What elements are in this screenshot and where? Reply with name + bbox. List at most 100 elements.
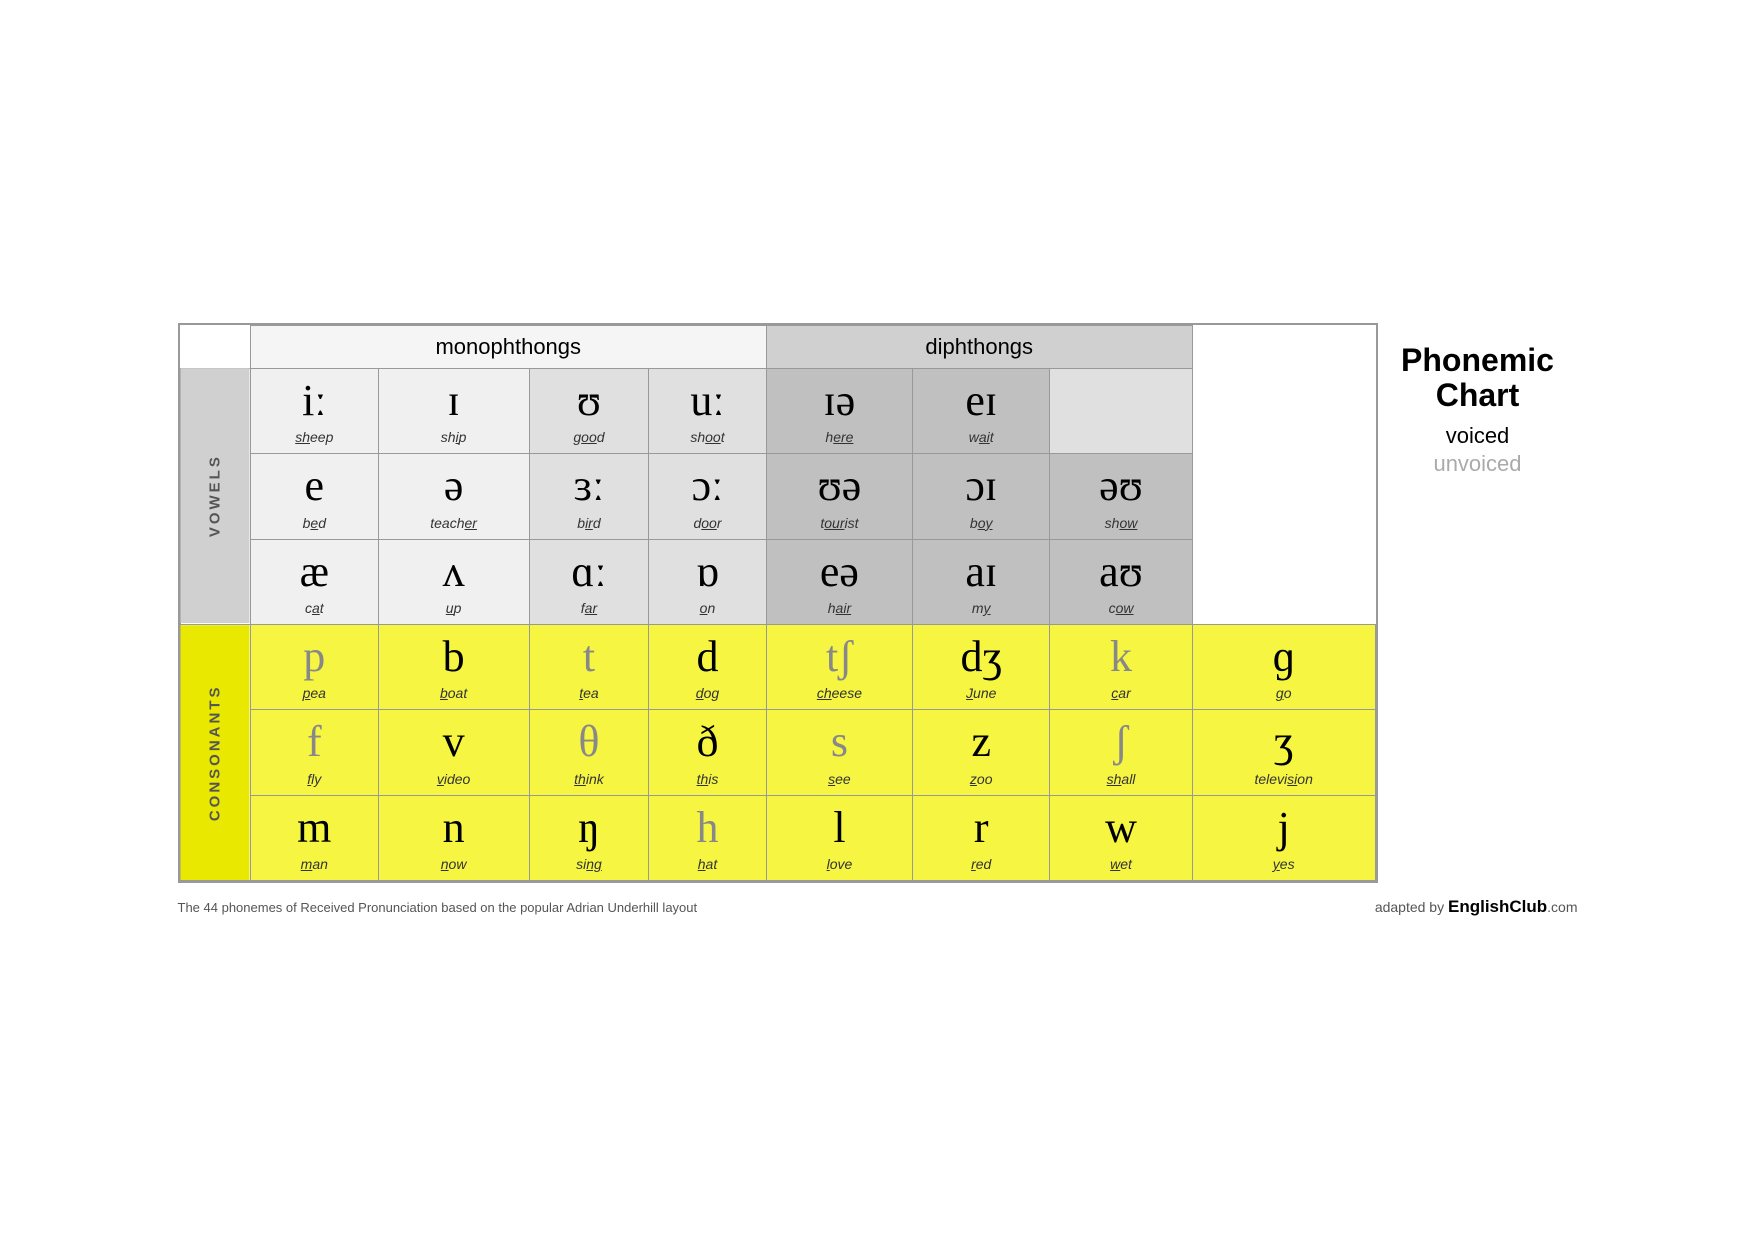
diphthongs-header: diphthongs — [766, 325, 1192, 368]
phoneme-symbol: tʃ — [771, 633, 909, 681]
vowels-label: VOWELS — [180, 368, 250, 624]
phoneme-symbol: l — [771, 804, 909, 852]
phoneme-symbol: ŋ — [534, 804, 645, 852]
phoneme-cell: b boat — [378, 625, 529, 710]
phoneme-cell: ʌ up — [378, 539, 529, 624]
phoneme-word: now — [383, 856, 525, 872]
phoneme-cell: əʊ show — [1050, 454, 1193, 539]
phoneme-symbol: ə — [383, 462, 525, 510]
phoneme-symbol: uː — [653, 377, 761, 425]
monophthongs-header: monophthongs — [250, 325, 766, 368]
phoneme-cell: tʃ cheese — [766, 625, 913, 710]
phoneme-symbol: ʒ — [1197, 718, 1371, 766]
phoneme-word: up — [383, 600, 525, 616]
phoneme-cell: dʒ June — [913, 625, 1050, 710]
phoneme-cell: ɪ ship — [378, 368, 529, 453]
phoneme-word: cow — [1054, 600, 1188, 616]
phoneme-symbol: ʊə — [771, 462, 909, 510]
consonant-row-2: f fly v video θ think ð — [180, 710, 1375, 795]
phoneme-symbol: z — [917, 718, 1045, 766]
phoneme-word: think — [534, 771, 645, 787]
phoneme-cell: ɔɪ boy — [913, 454, 1050, 539]
phoneme-word: door — [653, 515, 761, 531]
phoneme-word: video — [383, 771, 525, 787]
phoneme-cell: s see — [766, 710, 913, 795]
phoneme-word: red — [917, 856, 1045, 872]
phoneme-cell: k car — [1050, 625, 1193, 710]
legend-panel: PhonemicChart voiced unvoiced — [1378, 323, 1578, 497]
phoneme-word: fly — [255, 771, 374, 787]
phoneme-cell: p pea — [250, 625, 378, 710]
phoneme-cell: z zoo — [913, 710, 1050, 795]
phoneme-cell: iː sheep — [250, 368, 378, 453]
empty-cell — [1050, 368, 1193, 453]
phoneme-symbol: r — [917, 804, 1045, 852]
phoneme-word: shoot — [653, 429, 761, 445]
vowel-row-1: VOWELS iː sheep ɪ ship ʊ good — [180, 368, 1375, 453]
footer: The 44 phonemes of Received Pronunciatio… — [178, 897, 1578, 917]
phoneme-word: show — [1054, 515, 1188, 531]
phoneme-symbol: w — [1054, 804, 1188, 852]
phoneme-symbol: k — [1054, 633, 1188, 681]
phoneme-symbol: ð — [653, 718, 761, 766]
phoneme-cell: ɡ go — [1192, 625, 1375, 710]
phoneme-symbol: ɑː — [534, 548, 645, 596]
footer-brand: EnglishClub — [1448, 897, 1547, 916]
phoneme-cell: l love — [766, 795, 913, 880]
phoneme-symbol: ʊ — [534, 377, 645, 425]
phoneme-word: bed — [255, 515, 374, 531]
phoneme-word: cheese — [771, 685, 909, 701]
phoneme-symbol: dʒ — [917, 633, 1045, 681]
phoneme-word: hair — [771, 600, 909, 616]
phoneme-symbol: aʊ — [1054, 548, 1188, 596]
phoneme-word: see — [771, 771, 909, 787]
phoneme-cell: ð this — [649, 710, 766, 795]
phoneme-word: cat — [255, 600, 374, 616]
phoneme-word: far — [534, 600, 645, 616]
phoneme-cell: ɒ on — [649, 539, 766, 624]
phoneme-symbol: ʃ — [1054, 718, 1188, 766]
phoneme-cell: aɪ my — [913, 539, 1050, 624]
phoneme-symbol: ʌ — [383, 548, 525, 596]
phoneme-symbol: t — [534, 633, 645, 681]
phoneme-cell: ʒ television — [1192, 710, 1375, 795]
phoneme-word: zoo — [917, 771, 1045, 787]
phoneme-word: my — [917, 600, 1045, 616]
phoneme-cell: j yes — [1192, 795, 1375, 880]
phoneme-cell: ŋ sing — [529, 795, 649, 880]
vowel-row-2: e bed ə teacher ɜː bird ɔː — [180, 454, 1375, 539]
phoneme-word: shall — [1054, 771, 1188, 787]
phoneme-cell: ɪə here — [766, 368, 913, 453]
phoneme-word: on — [653, 600, 761, 616]
phoneme-cell: w wet — [1050, 795, 1193, 880]
phoneme-cell: uː shoot — [649, 368, 766, 453]
phoneme-symbol: e — [255, 462, 374, 510]
phoneme-word: car — [1054, 685, 1188, 701]
header-row: monophthongs diphthongs — [180, 325, 1375, 368]
phoneme-word: tea — [534, 685, 645, 701]
legend-unvoiced: unvoiced — [1433, 451, 1521, 477]
phoneme-cell: n now — [378, 795, 529, 880]
phoneme-word: boat — [383, 685, 525, 701]
phoneme-symbol: ɒ — [653, 548, 761, 596]
vowel-row-3: æ cat ʌ up ɑː far ɒ on — [180, 539, 1375, 624]
consonant-row-1: CONSONANTS p pea b boat t tea — [180, 625, 1375, 710]
footer-suffix: .com — [1547, 899, 1577, 915]
phoneme-word: yes — [1197, 856, 1371, 872]
phoneme-cell: ʃ shall — [1050, 710, 1193, 795]
phoneme-cell: m man — [250, 795, 378, 880]
phoneme-word: love — [771, 856, 909, 872]
phoneme-symbol: v — [383, 718, 525, 766]
footer-description: The 44 phonemes of Received Pronunciatio… — [178, 900, 698, 915]
phoneme-cell: ɜː bird — [529, 454, 649, 539]
legend-voiced: voiced — [1446, 423, 1510, 449]
consonant-row-3: m man n now ŋ sing h hat — [180, 795, 1375, 880]
phoneme-cell: ʊə tourist — [766, 454, 913, 539]
footer-credit: adapted by EnglishClub.com — [1375, 897, 1578, 917]
phoneme-cell: θ think — [529, 710, 649, 795]
phoneme-cell: r red — [913, 795, 1050, 880]
phoneme-word: tourist — [771, 515, 909, 531]
phoneme-symbol: ɪ — [383, 377, 525, 425]
phoneme-word: good — [534, 429, 645, 445]
phoneme-word: wet — [1054, 856, 1188, 872]
